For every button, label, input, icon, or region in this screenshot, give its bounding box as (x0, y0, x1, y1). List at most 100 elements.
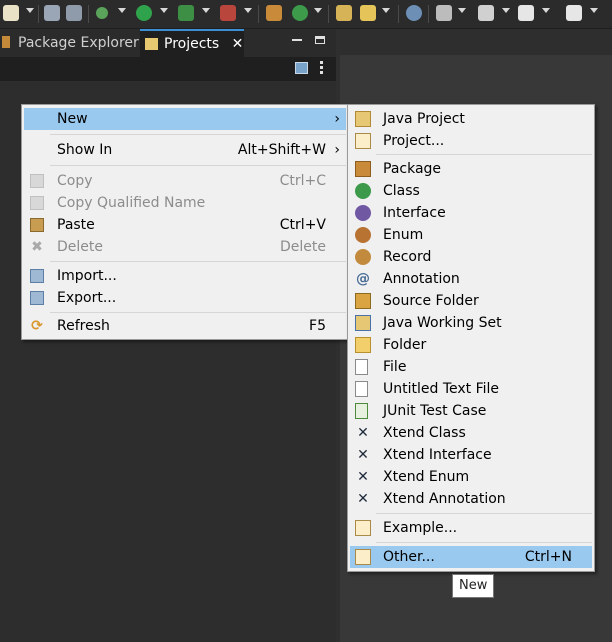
editor-tab-strip (340, 29, 612, 55)
submenu-item-label: Example... (383, 520, 458, 536)
submenu-item-label: Package (383, 161, 442, 177)
submenu-item-label: Other... (383, 549, 435, 565)
menu-item-accelerator: F5 (309, 318, 326, 334)
chevron-down-icon[interactable] (26, 8, 34, 13)
menu-item-export[interactable]: Export... (24, 287, 346, 309)
file-icon (355, 359, 368, 375)
package-explorer-icon (2, 36, 10, 48)
tooltip: New (452, 574, 495, 598)
submenu-item-label: Xtend Interface (383, 447, 492, 463)
submenu-item-junit-test-case[interactable]: JUnit Test Case (350, 400, 592, 422)
toolbar-separator (38, 5, 39, 23)
chevron-down-icon[interactable] (160, 8, 168, 13)
submenu-item-label: Enum (383, 227, 424, 243)
submenu-item-example[interactable]: Example... (350, 517, 592, 539)
menu-item-import[interactable]: Import... (24, 265, 346, 287)
submenu-item-xtend-annotation[interactable]: ✕ Xtend Annotation (350, 488, 592, 510)
project-icon (355, 133, 371, 149)
submenu-item-java-project[interactable]: Java Project (350, 108, 592, 130)
submenu-item-label: Untitled Text File (383, 381, 500, 397)
menu-item-label: Refresh (57, 318, 110, 334)
submenu-item-class[interactable]: Class (350, 180, 592, 202)
chevron-down-icon[interactable] (244, 8, 252, 13)
debug-icon[interactable] (96, 7, 108, 19)
projects-folder-icon (145, 38, 158, 50)
source-folder-icon (355, 293, 371, 309)
submenu-item-source-folder[interactable]: Source Folder (350, 290, 592, 312)
submenu-item-annotation[interactable]: @ Annotation (350, 268, 592, 290)
menu-item-label: Export... (57, 290, 117, 306)
back-icon[interactable] (518, 5, 534, 21)
record-icon (355, 249, 371, 265)
enum-icon (355, 227, 371, 243)
refresh-icon: ⟳ (31, 318, 43, 334)
menu-item-copy-qualified-name[interactable]: Copy Qualified Name (24, 192, 346, 214)
minimize-icon[interactable] (292, 39, 302, 41)
copy-qualified-icon (30, 196, 44, 210)
menu-item-paste[interactable]: Paste Ctrl+V (24, 214, 346, 236)
menu-item-new[interactable]: New › (24, 108, 346, 130)
annotation-icon: @ (356, 271, 370, 287)
submenu-item-label: Source Folder (383, 293, 479, 309)
submenu-item-file[interactable]: File (350, 356, 592, 378)
annotation-icon[interactable] (436, 5, 452, 21)
menu-item-accelerator: Ctrl+V (279, 217, 326, 233)
chevron-down-icon[interactable] (202, 8, 210, 13)
menu-separator (376, 154, 592, 155)
submenu-item-interface[interactable]: Interface (350, 202, 592, 224)
submenu-item-java-working-set[interactable]: Java Working Set (350, 312, 592, 334)
submenu-item-enum[interactable]: Enum (350, 224, 592, 246)
chevron-down-icon[interactable] (590, 8, 598, 13)
menu-item-label: Import... (57, 268, 117, 284)
submenu-item-xtend-class[interactable]: ✕ Xtend Class (350, 422, 592, 444)
chevron-down-icon[interactable] (502, 8, 510, 13)
external-tools-icon[interactable] (220, 5, 236, 21)
tab-package-explorer[interactable]: Package Explorer (0, 29, 156, 57)
junit-icon (355, 403, 368, 419)
open-type-icon[interactable] (336, 5, 352, 21)
submenu-item-xtend-enum[interactable]: ✕ Xtend Enum (350, 466, 592, 488)
save-all-icon[interactable] (66, 5, 82, 21)
menu-item-refresh[interactable]: ⟳ Refresh F5 (24, 315, 346, 337)
menu-item-delete[interactable]: ✖ Delete Delete (24, 236, 346, 258)
submenu-item-record[interactable]: Record (350, 246, 592, 268)
java-project-icon (355, 111, 371, 127)
tab-projects[interactable]: Projects ✕ (140, 29, 244, 57)
submenu-item-xtend-interface[interactable]: ✕ Xtend Interface (350, 444, 592, 466)
new-java-package-icon[interactable] (266, 5, 282, 21)
run-icon[interactable] (136, 5, 152, 21)
run-coverage-icon[interactable] (178, 5, 194, 21)
submenu-item-other[interactable]: Other... Ctrl+N (350, 546, 592, 568)
submenu-item-untitled-text-file[interactable]: Untitled Text File (350, 378, 592, 400)
new-java-class-icon[interactable] (292, 5, 308, 21)
menu-item-accelerator: Alt+Shift+W (237, 142, 326, 158)
highlight-icon[interactable] (360, 5, 376, 21)
chevron-down-icon[interactable] (458, 8, 466, 13)
view-menu-icon[interactable] (320, 61, 324, 77)
maximize-icon[interactable] (315, 36, 325, 44)
last-edit-icon[interactable] (478, 5, 494, 21)
new-wizard-icon[interactable] (3, 5, 19, 21)
toolbar-separator (258, 5, 259, 23)
submenu-item-project[interactable]: Project... (350, 130, 592, 152)
menu-separator (50, 165, 346, 166)
toggle-breadcrumb-icon[interactable] (406, 5, 422, 21)
submenu-item-folder[interactable]: Folder (350, 334, 592, 356)
chevron-down-icon[interactable] (382, 8, 390, 13)
menu-item-show-in[interactable]: Show In Alt+Shift+W › (24, 139, 346, 161)
submenu-item-label: Xtend Annotation (383, 491, 506, 507)
chevron-right-icon: › (334, 142, 340, 158)
delete-icon: ✖ (31, 239, 43, 255)
collapse-all-icon[interactable] (295, 62, 308, 74)
submenu-item-package[interactable]: Package (350, 158, 592, 180)
chevron-down-icon[interactable] (118, 8, 126, 13)
forward-icon[interactable] (566, 5, 582, 21)
chevron-down-icon[interactable] (314, 8, 322, 13)
menu-item-copy[interactable]: Copy Ctrl+C (24, 170, 346, 192)
chevron-down-icon[interactable] (542, 8, 550, 13)
menu-separator (50, 261, 346, 262)
close-icon[interactable]: ✕ (232, 36, 244, 52)
save-icon[interactable] (44, 5, 60, 21)
menu-separator (50, 312, 346, 313)
submenu-item-label: Folder (383, 337, 427, 353)
